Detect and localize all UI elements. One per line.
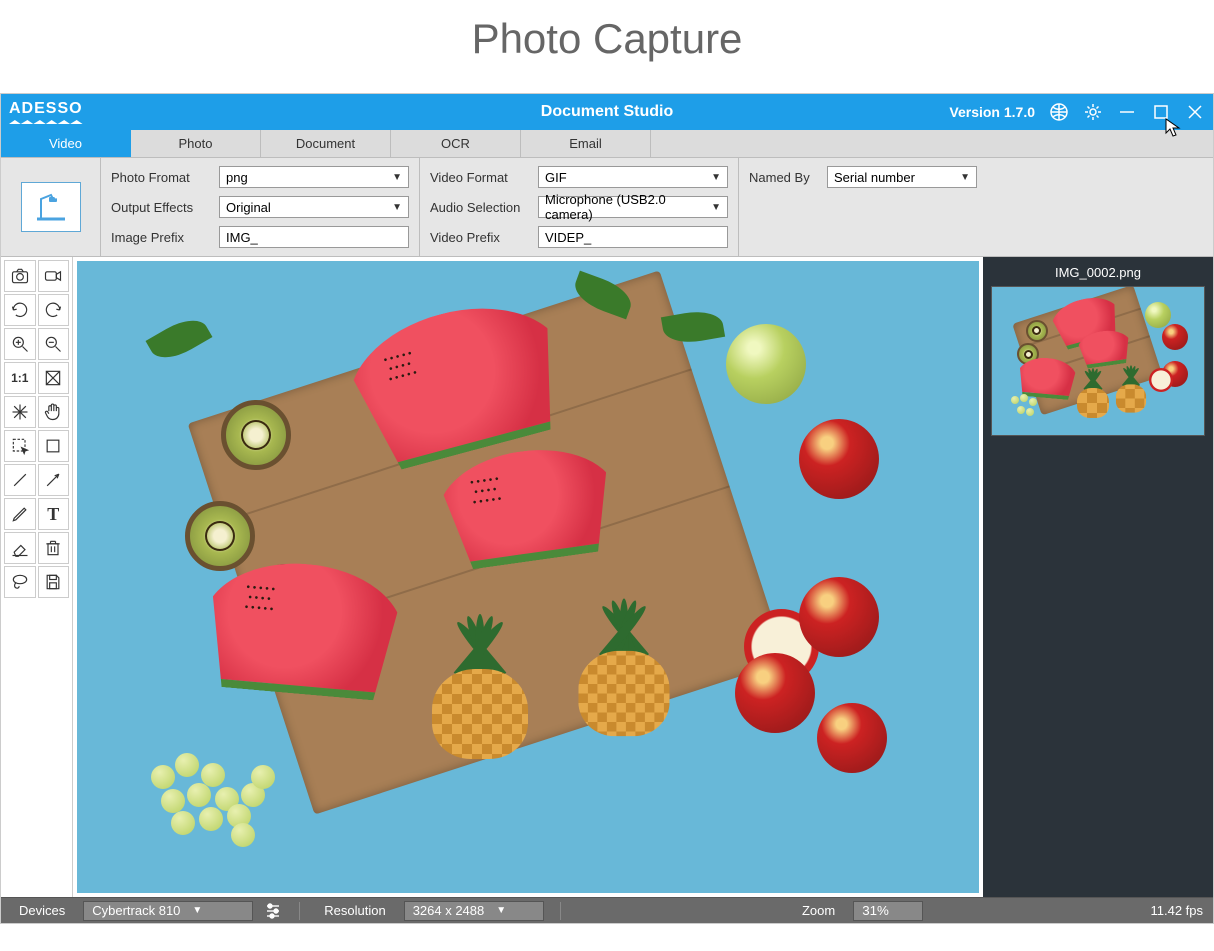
- video-record-button[interactable]: [38, 260, 70, 292]
- undo-button[interactable]: [4, 294, 36, 326]
- tab-ocr[interactable]: OCR: [391, 130, 521, 157]
- lasso-tool-button[interactable]: [4, 566, 36, 598]
- rectangle-tool-button[interactable]: [38, 430, 70, 462]
- app-title: Document Studio: [541, 103, 673, 121]
- page-heading: Photo Capture: [0, 0, 1214, 93]
- tab-video[interactable]: Video: [1, 130, 131, 157]
- controls-ribbon: Photo Fromat png▼ Output Effects Origina…: [1, 158, 1213, 257]
- tab-document[interactable]: Document: [261, 130, 391, 157]
- mouse-cursor-icon: [1165, 118, 1181, 138]
- fps-label: 11.42 fps: [1150, 903, 1203, 918]
- audio-selection-dropdown[interactable]: Microphone (USB2.0 camera)▼: [538, 196, 728, 218]
- named-by-dropdown[interactable]: Serial number▼: [827, 166, 977, 188]
- delete-button[interactable]: [38, 532, 70, 564]
- close-button[interactable]: [1185, 102, 1205, 122]
- line-tool-button[interactable]: [4, 464, 36, 496]
- status-bar: Devices Cybertrack 810▼ Resolution 3264 …: [1, 897, 1213, 923]
- devices-dropdown[interactable]: Cybertrack 810▼: [83, 901, 253, 921]
- freeze-button[interactable]: [4, 396, 36, 428]
- zoom-in-button[interactable]: [4, 328, 36, 360]
- image-prefix-label: Image Prefix: [111, 230, 211, 245]
- redo-button[interactable]: [38, 294, 70, 326]
- audio-selection-label: Audio Selection: [430, 200, 530, 215]
- eraser-tool-button[interactable]: [4, 532, 36, 564]
- minimize-button[interactable]: [1117, 102, 1137, 122]
- output-effects-dropdown[interactable]: Original▼: [219, 196, 409, 218]
- device-settings-icon[interactable]: [263, 901, 283, 921]
- named-by-label: Named By: [749, 170, 819, 185]
- pencil-tool-button[interactable]: [4, 498, 36, 530]
- output-effects-label: Output Effects: [111, 200, 211, 215]
- zoom-out-button[interactable]: [38, 328, 70, 360]
- gear-icon[interactable]: [1083, 102, 1103, 122]
- live-preview: [73, 257, 983, 897]
- preview-image: [77, 261, 979, 893]
- document-camera-icon: [31, 191, 71, 223]
- video-prefix-label: Video Prefix: [430, 230, 530, 245]
- tab-email[interactable]: Email: [521, 130, 651, 157]
- zoom-label: Zoom: [794, 903, 843, 918]
- resolution-dropdown[interactable]: 3264 x 2488▼: [404, 901, 544, 921]
- fit-screen-button[interactable]: [38, 362, 70, 394]
- save-button[interactable]: [38, 566, 70, 598]
- version-label: Version 1.7.0: [949, 104, 1035, 120]
- image-prefix-input[interactable]: [219, 226, 409, 248]
- main-tabs: Video Photo Document OCR Email: [1, 130, 1213, 158]
- video-prefix-input[interactable]: [538, 226, 728, 248]
- actual-size-button[interactable]: 1:1: [4, 362, 36, 394]
- thumbnail-filename: IMG_0002.png: [991, 265, 1205, 280]
- photo-format-label: Photo Fromat: [111, 170, 211, 185]
- arrow-tool-button[interactable]: [38, 464, 70, 496]
- video-format-dropdown[interactable]: GIF▼: [538, 166, 728, 188]
- workspace: 1:1 T: [1, 257, 1213, 897]
- tab-photo[interactable]: Photo: [131, 130, 261, 157]
- zoom-value-input[interactable]: [853, 901, 923, 921]
- photo-format-dropdown[interactable]: png▼: [219, 166, 409, 188]
- thumbnail-panel: IMG_0002.png: [983, 257, 1213, 897]
- globe-icon[interactable]: [1049, 102, 1069, 122]
- devices-label: Devices: [11, 903, 73, 918]
- capture-mode-icon-box[interactable]: [1, 158, 101, 256]
- camera-capture-button[interactable]: [4, 260, 36, 292]
- resolution-label: Resolution: [316, 903, 393, 918]
- video-format-label: Video Format: [430, 170, 530, 185]
- marquee-select-button[interactable]: [4, 430, 36, 462]
- brand-logo: ADESSO: [9, 100, 83, 124]
- text-tool-button[interactable]: T: [38, 498, 70, 530]
- app-window: ADESSO Document Studio Version 1.7.0 Vid…: [0, 93, 1214, 924]
- pan-hand-button[interactable]: [38, 396, 70, 428]
- thumbnail-image[interactable]: [991, 286, 1205, 436]
- left-toolbar: 1:1 T: [1, 257, 73, 897]
- titlebar: ADESSO Document Studio Version 1.7.0: [1, 94, 1213, 130]
